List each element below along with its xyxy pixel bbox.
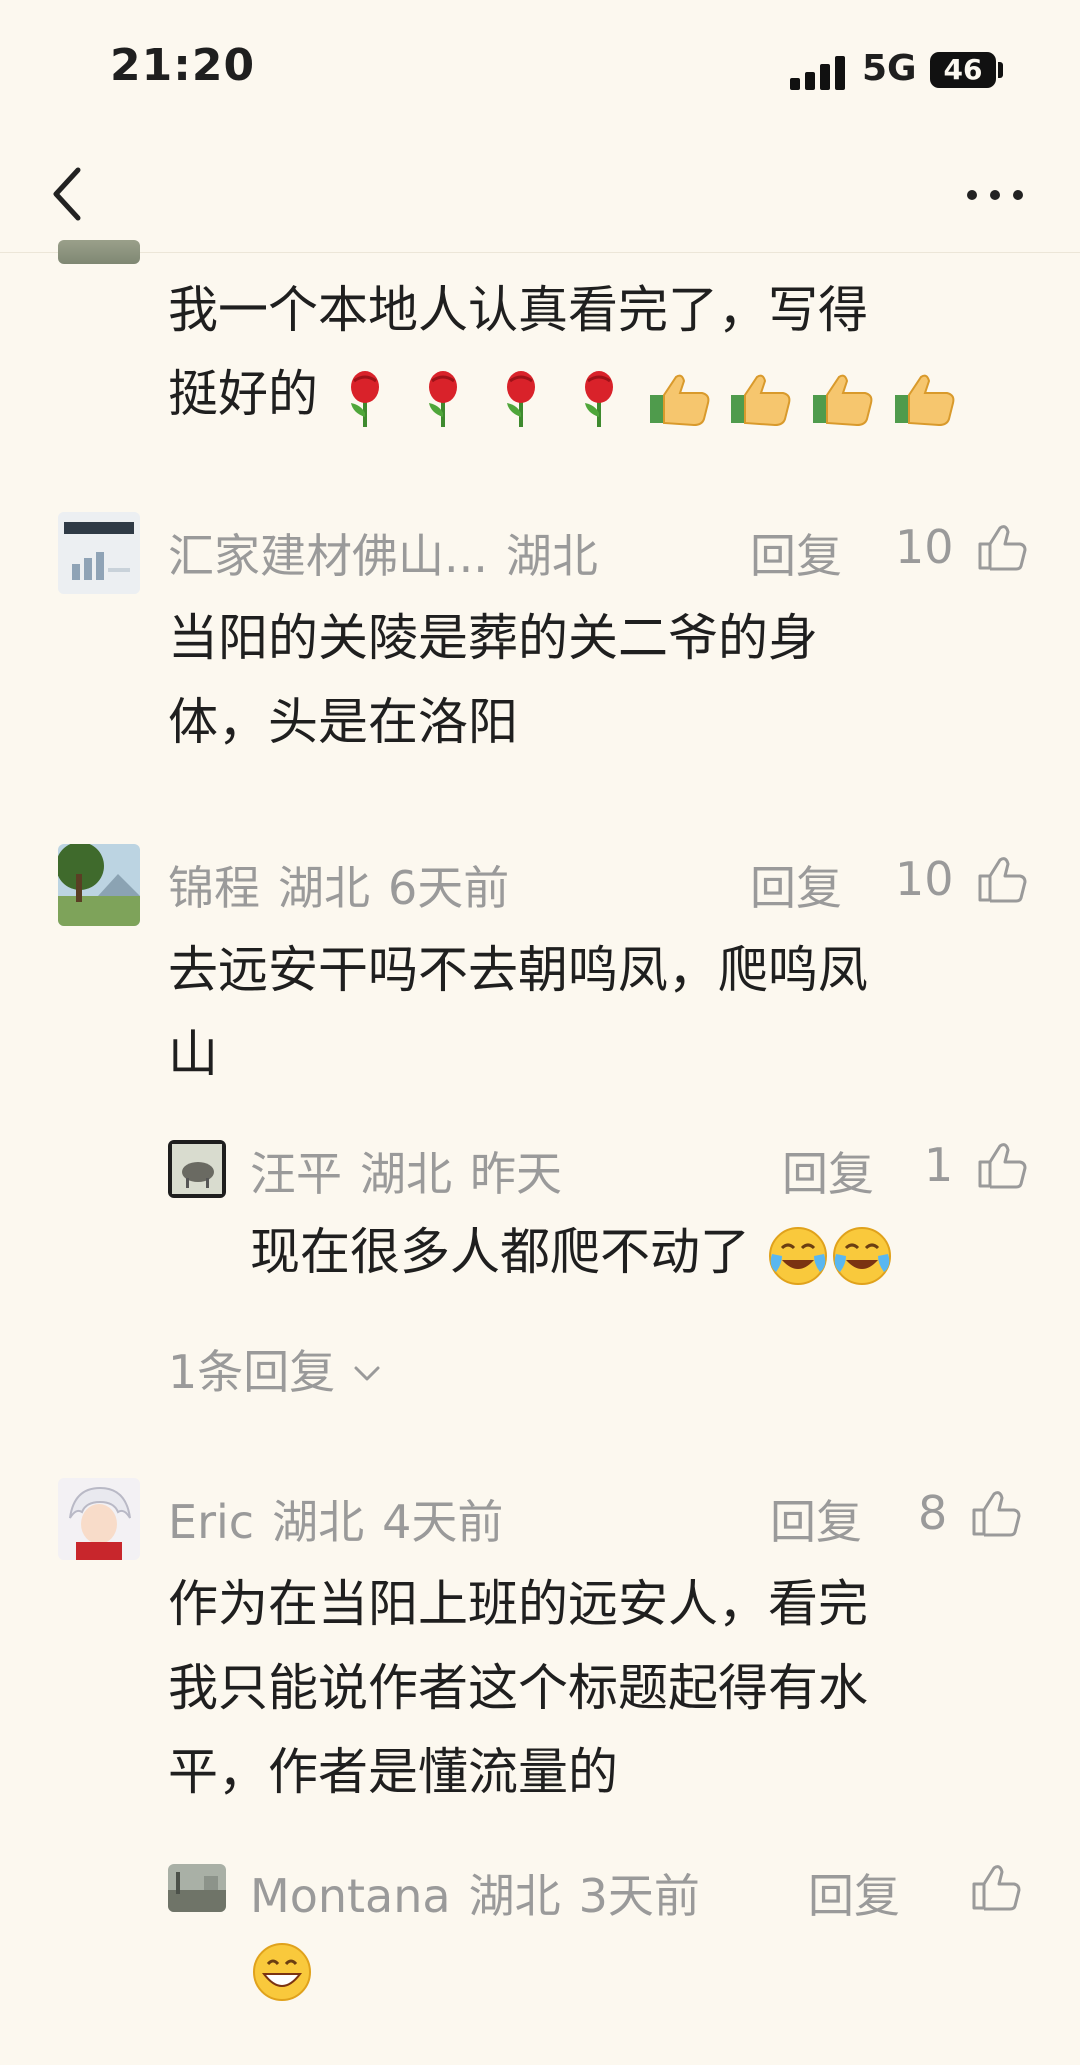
timestamp: 昨天 (470, 1147, 562, 1201)
rose-icon (506, 370, 535, 427)
thumbs-up-emoji-icon (813, 374, 873, 426)
chevron-down-icon (354, 1366, 380, 1381)
avatar[interactable] (58, 240, 140, 264)
street-photo-avatar-icon (168, 1864, 226, 1912)
reply-button[interactable]: 回复 (750, 520, 842, 586)
like-button[interactable]: 1 (924, 1134, 1028, 1194)
battery-icon: 46 (930, 52, 996, 88)
rose-icon (350, 370, 379, 427)
username[interactable]: Eric (168, 1495, 254, 1549)
signal-icon (790, 54, 846, 90)
location: 湖北 (272, 1495, 365, 1549)
location: 湖北 (468, 1869, 561, 1923)
comment-text-line2: 挺好的 (168, 352, 957, 436)
network-type: 5G (862, 48, 917, 89)
crying-laughing-emoji-icon (832, 1226, 891, 1285)
rose-icon (428, 370, 457, 427)
animal-avatar-icon (168, 1140, 226, 1198)
avatar[interactable] (58, 844, 140, 926)
like-button[interactable]: 8 (918, 1482, 1022, 1542)
comment-meta: Eric 湖北 4天前 (168, 1486, 503, 1552)
reply-text: 现在很多人都爬不动了 (250, 1210, 894, 1294)
thumbs-up-icon (978, 1142, 1027, 1188)
timestamp: 3天前 (578, 1869, 700, 1923)
like-button[interactable]: 10 (895, 516, 1028, 576)
reply-button[interactable]: 回复 (808, 1860, 900, 1926)
comment-text: 去远安干吗不去朝鸣凤，爬鸣凤 山 (168, 941, 868, 1083)
thumbs-up-icon (978, 524, 1027, 570)
reply-button[interactable]: 回复 (782, 1138, 874, 1204)
comment-meta: 汇家建材佛山... 湖北 (168, 520, 598, 586)
reply-text (250, 1940, 314, 2004)
reply-meta: Montana 湖北 3天前 (250, 1860, 700, 1926)
top-nav (0, 140, 1080, 253)
landscape-avatar-icon (58, 844, 140, 926)
comment-text: 当阳的关陵是葬的关二爷的身 体，头是在洛阳 (168, 609, 818, 751)
like-count: 1 (924, 1137, 954, 1192)
like-count: 10 (895, 851, 954, 906)
thumbs-up-icon (972, 1864, 1021, 1910)
location: 湖北 (360, 1147, 452, 1201)
location: 湖北 (505, 529, 598, 583)
grinning-face-emoji-icon (253, 1943, 311, 2001)
username[interactable]: 锦程 (168, 861, 260, 915)
thumbs-up-emoji-icon (649, 374, 709, 426)
rose-icon (584, 370, 613, 427)
thumbs-up-emoji-icon (895, 374, 955, 426)
timestamp: 6天前 (388, 861, 510, 915)
username[interactable]: 汇家建材佛山... (168, 529, 488, 583)
username[interactable]: Montana (250, 1869, 451, 1923)
avatar[interactable] (58, 512, 140, 594)
reply-button[interactable]: 回复 (770, 1486, 862, 1552)
crying-laughing-emoji-icon (768, 1226, 827, 1285)
thumbs-up-icon (972, 1490, 1021, 1536)
like-button[interactable]: 10 (895, 848, 1028, 908)
comment-text: 作为在当阳上班的远安人，看完 我只能说作者这个标题起得有水 平，作者是懂流量的 (168, 1575, 868, 1801)
more-icon[interactable] (960, 162, 1030, 228)
avatar[interactable] (168, 1864, 226, 1912)
anime-avatar-icon (58, 1478, 140, 1560)
reply-button[interactable]: 回复 (750, 852, 842, 918)
expand-replies-button[interactable]: 1条回复 (168, 1336, 384, 1402)
comment-meta: 锦程 湖北 6天前 (168, 852, 509, 918)
back-icon[interactable] (40, 158, 110, 228)
status-time: 21:20 (110, 40, 256, 91)
username[interactable]: 汪平 (250, 1147, 342, 1201)
thumbs-up-icon (978, 856, 1027, 902)
comment-text: 我一个本地人认真看完了，写得 挺好的 (168, 268, 957, 436)
reply-meta: 汪平 湖北 昨天 (250, 1138, 562, 1204)
building-materials-logo-icon (58, 512, 140, 594)
like-count: 10 (895, 519, 954, 574)
thumbs-up-emoji-icon (731, 374, 791, 426)
timestamp: 4天前 (382, 1495, 504, 1549)
avatar[interactable] (168, 1140, 226, 1198)
avatar[interactable] (58, 1478, 140, 1560)
status-bar: 21:20 5G 46 (0, 0, 1080, 140)
like-count: 8 (918, 1485, 948, 1540)
battery-tip (998, 62, 1003, 78)
location: 湖北 (278, 861, 370, 915)
like-button[interactable] (962, 1856, 1022, 1916)
